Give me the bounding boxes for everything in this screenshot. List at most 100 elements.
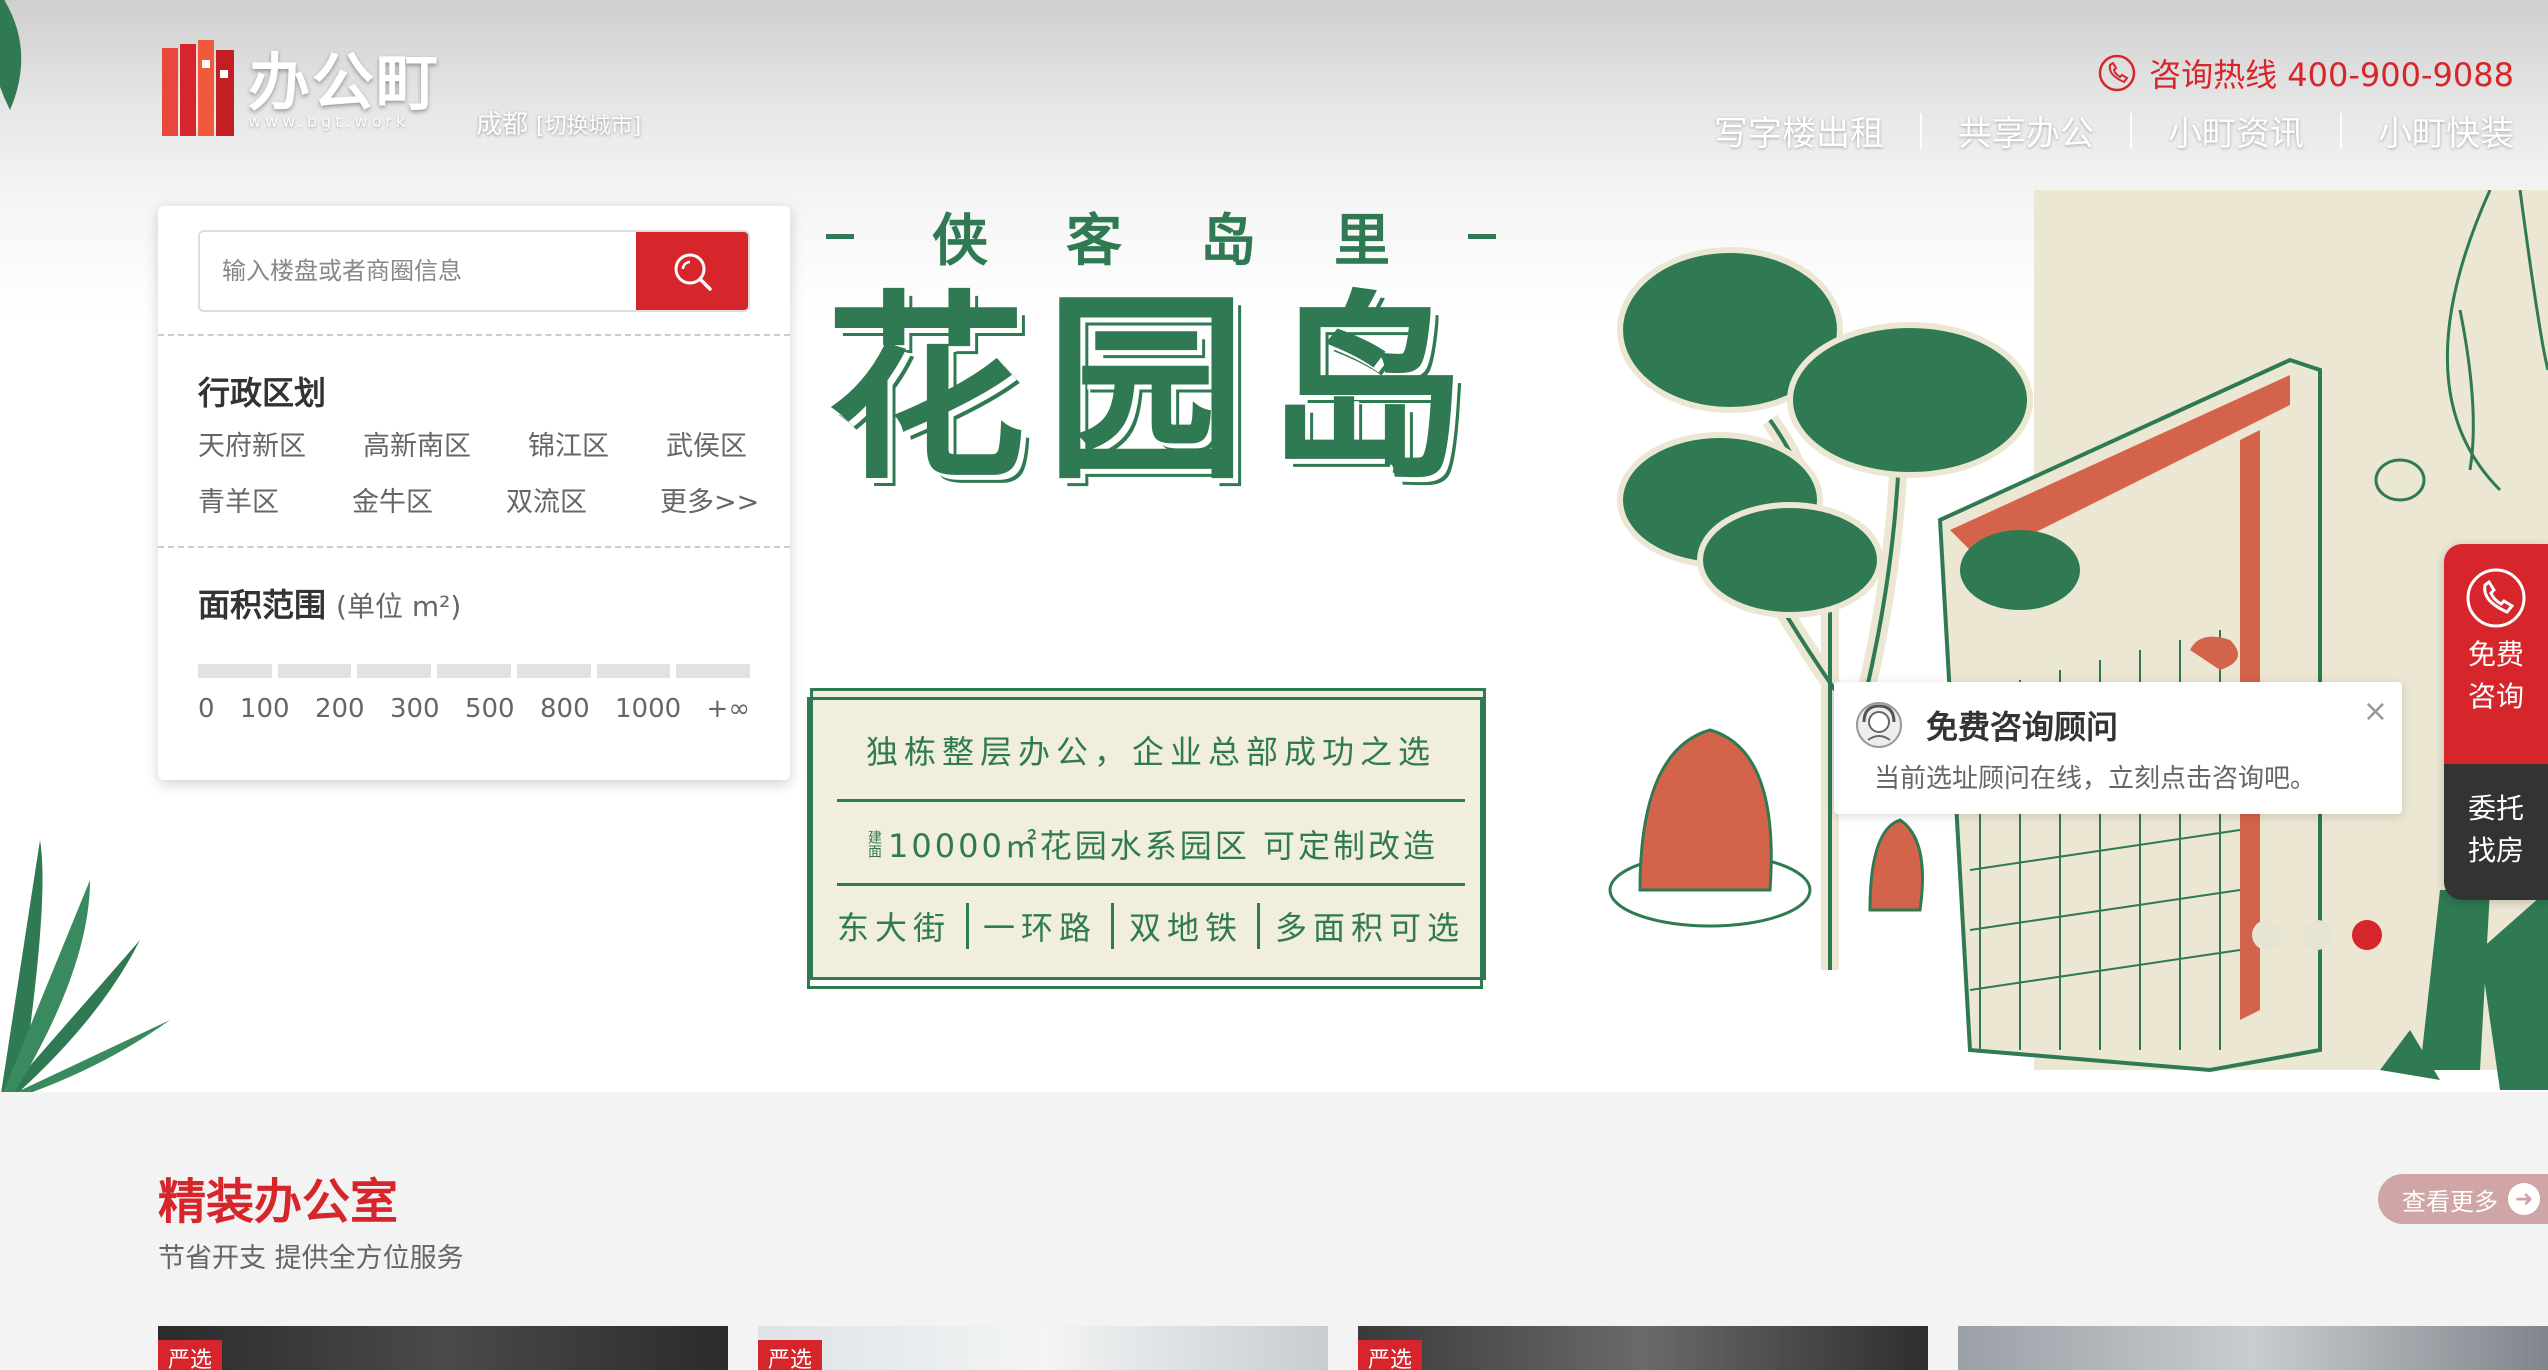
entrust-search-button[interactable]: 委托 找房 — [2444, 764, 2548, 900]
search-panel: 行政区划 天府新区 高新南区 锦江区 武侯区 青羊区 金牛区 双流区 更多>> … — [158, 206, 790, 780]
site-logo[interactable]: 办公町 www.bgt.work — [158, 40, 440, 140]
card-badge: 严选 — [758, 1340, 823, 1370]
district-link[interactable]: 金牛区 — [352, 480, 433, 519]
range-segment[interactable] — [357, 664, 432, 678]
hero-banner[interactable]: 办公町 www.bgt.work 成都 [切换城市] 咨询热线 400-900-9… — [0, 0, 2548, 1092]
subtitle-char: 里 — [1334, 209, 1390, 274]
section-subtitle: 节省开支 提供全方位服务 — [158, 1243, 464, 1274]
district-link[interactable]: 双流区 — [506, 480, 587, 519]
range-label[interactable]: 100 — [240, 694, 290, 724]
info-tag: 一环路 — [982, 909, 1097, 947]
search-input[interactable] — [200, 232, 636, 310]
section-title: 精装办公室 — [158, 1174, 399, 1230]
info-line-2-text: 10000㎡花园水系园区 可定制改造 — [888, 827, 1438, 865]
carousel-dot[interactable] — [2302, 920, 2332, 950]
district-more-link[interactable]: 更多>> — [660, 480, 759, 519]
main-nav: 写字楼出租 共享办公 小町资讯 小町快装 — [1678, 106, 2514, 155]
area-range-slider[interactable] — [198, 664, 751, 678]
advisor-avatar-icon — [1856, 702, 1902, 748]
city-selector[interactable]: 成都 [切换城市] — [476, 104, 641, 141]
range-label[interactable]: 800 — [540, 694, 590, 724]
banner-info-box: 独栋整层办公，企业总部成功之选 建面 10000㎡花园水系园区 可定制改造 东大… — [807, 688, 1486, 989]
district-link[interactable]: 锦江区 — [528, 424, 609, 463]
free-consult-button[interactable]: 免费 咨询 — [2444, 544, 2548, 764]
divider — [158, 334, 790, 336]
range-label[interactable]: +∞ — [707, 694, 750, 724]
popup-text: 当前选址顾问在线，立刻点击咨询吧。 — [1874, 764, 2317, 794]
leaf-decoration — [0, 0, 22, 110]
subtitle-char: 岛 — [1200, 209, 1256, 274]
leaf-decoration — [1, 840, 170, 1092]
info-divider — [837, 883, 1465, 886]
range-segment[interactable] — [198, 664, 272, 678]
range-segment[interactable] — [437, 664, 511, 678]
carousel-dots — [2252, 920, 2382, 950]
info-line-1: 独栋整层办公，企业总部成功之选 — [865, 733, 1436, 771]
district-link[interactable]: 天府新区 — [198, 424, 306, 463]
logo-icon — [162, 40, 234, 136]
banner-illustration — [1608, 190, 2548, 1090]
free-consult-label-1: 免费 — [2467, 638, 2524, 671]
phone-icon — [2466, 568, 2526, 628]
info-line-2-prefix: 建面 — [866, 830, 882, 858]
info-divider — [837, 799, 1465, 802]
carousel-dot[interactable] — [2252, 920, 2282, 950]
nav-office-rent[interactable]: 写字楼出租 — [1678, 106, 1920, 155]
range-label[interactable]: 200 — [315, 694, 365, 724]
district-link[interactable]: 青羊区 — [198, 480, 279, 519]
info-line-2: 建面 10000㎡花园水系园区 可定制改造 — [837, 821, 1465, 867]
arrow-right-icon: ➜ — [2508, 1183, 2540, 1215]
dash-decoration — [1468, 234, 1496, 239]
office-card[interactable]: 严选 — [758, 1326, 1328, 1370]
area-range-labels: 0 100 200 300 500 800 1000 +∞ — [198, 694, 750, 724]
district-title: 行政区划 — [198, 374, 327, 412]
logo-name: 办公町 — [248, 46, 441, 119]
consult-popup[interactable]: 免费咨询顾问 当前选址顾问在线，立刻点击咨询吧。 × — [1834, 682, 2402, 814]
card-badge: 严选 — [1358, 1340, 1423, 1370]
subtitle-char: 客 — [1066, 209, 1122, 274]
range-label[interactable]: 300 — [390, 694, 440, 724]
office-card[interactable] — [1958, 1326, 2548, 1370]
area-unit: (单位 m²) — [336, 590, 462, 623]
info-tag: 双地铁 — [1128, 909, 1243, 947]
phone-icon — [2098, 54, 2136, 92]
city-switch-link[interactable]: [切换城市] — [536, 114, 641, 139]
range-label[interactable]: 0 — [198, 694, 215, 724]
info-line-3: 东大街 一环路 双地铁 多面积可选 — [837, 903, 1465, 949]
search-icon — [674, 253, 712, 291]
range-label[interactable]: 500 — [465, 694, 515, 724]
floating-side-bar: 免费 咨询 委托 找房 — [2444, 544, 2548, 900]
range-segment[interactable] — [676, 664, 751, 678]
city-name: 成都 — [476, 110, 529, 140]
range-segment[interactable] — [516, 664, 591, 678]
info-tag: 东大街 — [837, 909, 952, 947]
nav-shared-office[interactable]: 共享办公 — [1922, 106, 2130, 155]
entrust-label-2: 找房 — [2467, 834, 2524, 867]
nav-decoration[interactable]: 小町快装 — [2342, 106, 2514, 155]
range-label[interactable]: 1000 — [615, 694, 681, 724]
district-link[interactable]: 武侯区 — [666, 424, 747, 463]
range-segment[interactable] — [277, 664, 352, 678]
district-link[interactable]: 高新南区 — [363, 424, 471, 463]
dash-decoration — [826, 234, 854, 239]
area-title: 面积范围 (单位 m²) — [198, 586, 462, 624]
carousel-dot-active[interactable] — [2352, 920, 2382, 950]
view-more-button[interactable]: 查看更多 ➜ — [2378, 1174, 2548, 1224]
card-badge: 严选 — [158, 1340, 223, 1370]
entrust-label-1: 委托 — [2467, 792, 2524, 825]
info-tag: 多面积可选 — [1274, 909, 1465, 947]
hotline: 咨询热线 400-900-9088 — [2097, 50, 2514, 96]
office-card[interactable]: 严选 — [158, 1326, 728, 1370]
subtitle-char: 侠 — [932, 209, 988, 274]
logo-url: www.bgt.work — [248, 112, 410, 131]
nav-news[interactable]: 小町资讯 — [2132, 106, 2340, 155]
popup-title: 免费咨询顾问 — [1926, 708, 2119, 746]
office-card[interactable]: 严选 — [1358, 1326, 1928, 1370]
free-consult-label-2: 咨询 — [2467, 680, 2524, 713]
banner-title: 花园岛 — [826, 272, 1487, 507]
search-button[interactable] — [636, 232, 748, 310]
range-segment[interactable] — [596, 664, 671, 678]
close-icon[interactable]: × — [2363, 694, 2388, 729]
divider — [158, 546, 790, 548]
banner-subtitle: 侠 客 岛 里 — [826, 196, 1496, 277]
